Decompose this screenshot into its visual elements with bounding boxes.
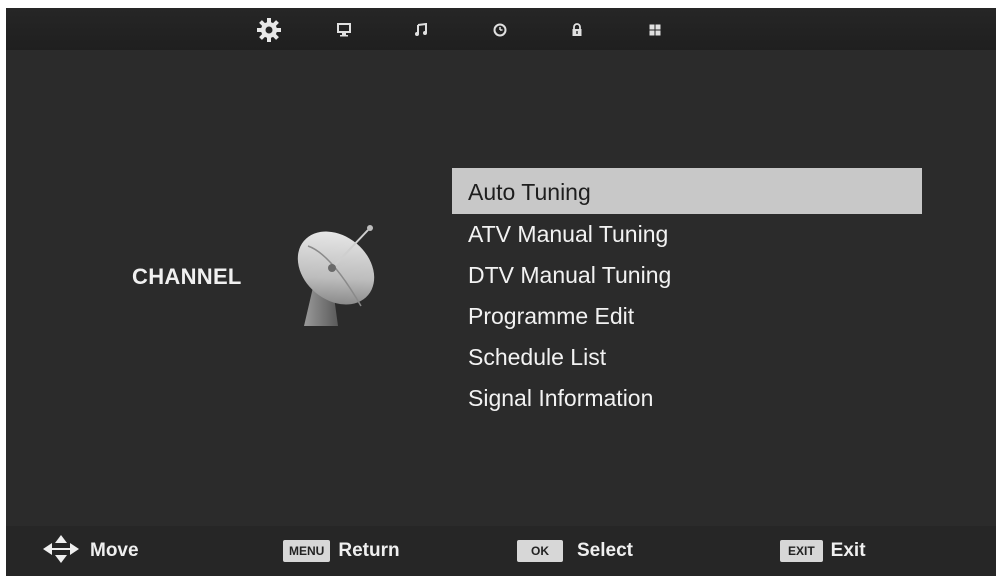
select-label: Select bbox=[577, 540, 633, 561]
move-label: Move bbox=[90, 540, 139, 561]
help-bar: Move MENU Return OK Select EXIT Exit bbox=[6, 526, 996, 576]
channel-menu-list: Auto Tuning ATV Manual Tuning DTV Manual… bbox=[452, 168, 922, 419]
grid-icon[interactable] bbox=[642, 18, 668, 42]
exit-hint: EXIT Exit bbox=[780, 539, 866, 563]
menu-item-programme-edit[interactable]: Programme Edit bbox=[452, 296, 922, 337]
exit-label: Exit bbox=[830, 540, 866, 561]
satellite-dish-icon bbox=[286, 208, 386, 343]
direction-pad-icon bbox=[40, 534, 82, 569]
select-hint: OK Select bbox=[517, 539, 633, 563]
section-title: CHANNEL bbox=[132, 264, 242, 289]
category-tab-bar bbox=[6, 8, 996, 50]
gear-icon[interactable] bbox=[256, 18, 282, 42]
return-hint: MENU Return bbox=[283, 539, 400, 563]
menu-item-schedule-list[interactable]: Schedule List bbox=[452, 337, 922, 378]
menu-item-dtv-manual-tuning[interactable]: DTV Manual Tuning bbox=[452, 255, 922, 296]
menu-item-atv-manual-tuning[interactable]: ATV Manual Tuning bbox=[452, 214, 922, 255]
exit-key[interactable]: EXIT bbox=[780, 540, 823, 562]
ok-key[interactable]: OK bbox=[517, 540, 563, 562]
tv-menu-screen: CHANNEL Auto Tuning ATV Manual Tuning DT… bbox=[6, 8, 996, 576]
clock-icon[interactable] bbox=[487, 18, 513, 42]
lock-icon[interactable] bbox=[564, 18, 590, 42]
return-label: Return bbox=[338, 540, 400, 561]
menu-item-signal-information[interactable]: Signal Information bbox=[452, 378, 922, 419]
monitor-icon[interactable] bbox=[331, 18, 357, 42]
music-note-icon[interactable] bbox=[408, 18, 434, 42]
move-hint: Move bbox=[40, 534, 139, 563]
menu-key[interactable]: MENU bbox=[283, 540, 331, 562]
menu-item-auto-tuning[interactable]: Auto Tuning bbox=[452, 168, 922, 214]
